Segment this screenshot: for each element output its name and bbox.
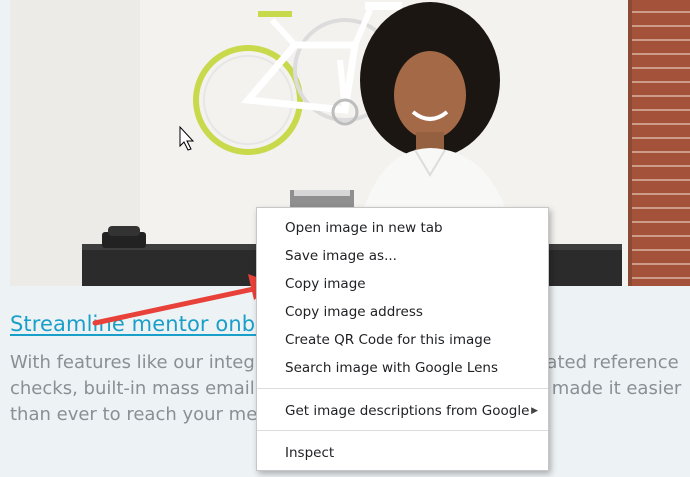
body-line-1-right: nated reference (535, 352, 679, 373)
body-line-2-right: e made it easier (535, 378, 682, 399)
body-line-2: checks, built-in mass email & (10, 378, 275, 399)
desk-phone (102, 226, 146, 248)
context-menu: Open image in new tab Save image as... C… (256, 207, 549, 471)
article-title-link[interactable]: Streamline mentor onboa (10, 312, 281, 336)
menu-item-copy-image[interactable]: Copy image (257, 270, 548, 298)
menu-separator (257, 388, 548, 389)
menu-item-create-qr-code[interactable]: Create QR Code for this image (257, 326, 548, 354)
menu-item-copy-image-address[interactable]: Copy image address (257, 298, 548, 326)
menu-item-open-image-new-tab[interactable]: Open image in new tab (257, 214, 548, 242)
menu-item-label: Get image descriptions from Google (285, 403, 530, 419)
brick-wall (628, 0, 690, 286)
menu-item-search-google-lens[interactable]: Search image with Google Lens (257, 354, 548, 382)
submenu-arrow-icon: ▶ (531, 406, 538, 416)
menu-separator (257, 430, 548, 431)
body-line-3: than ever to reach your mento (10, 404, 287, 425)
menu-item-save-image-as[interactable]: Save image as... (257, 242, 548, 270)
body-line-1: With features like our integrat (10, 352, 281, 373)
menu-item-get-image-descriptions[interactable]: Get image descriptions from Google ▶ (257, 397, 548, 425)
menu-item-inspect[interactable]: Inspect (257, 439, 548, 467)
